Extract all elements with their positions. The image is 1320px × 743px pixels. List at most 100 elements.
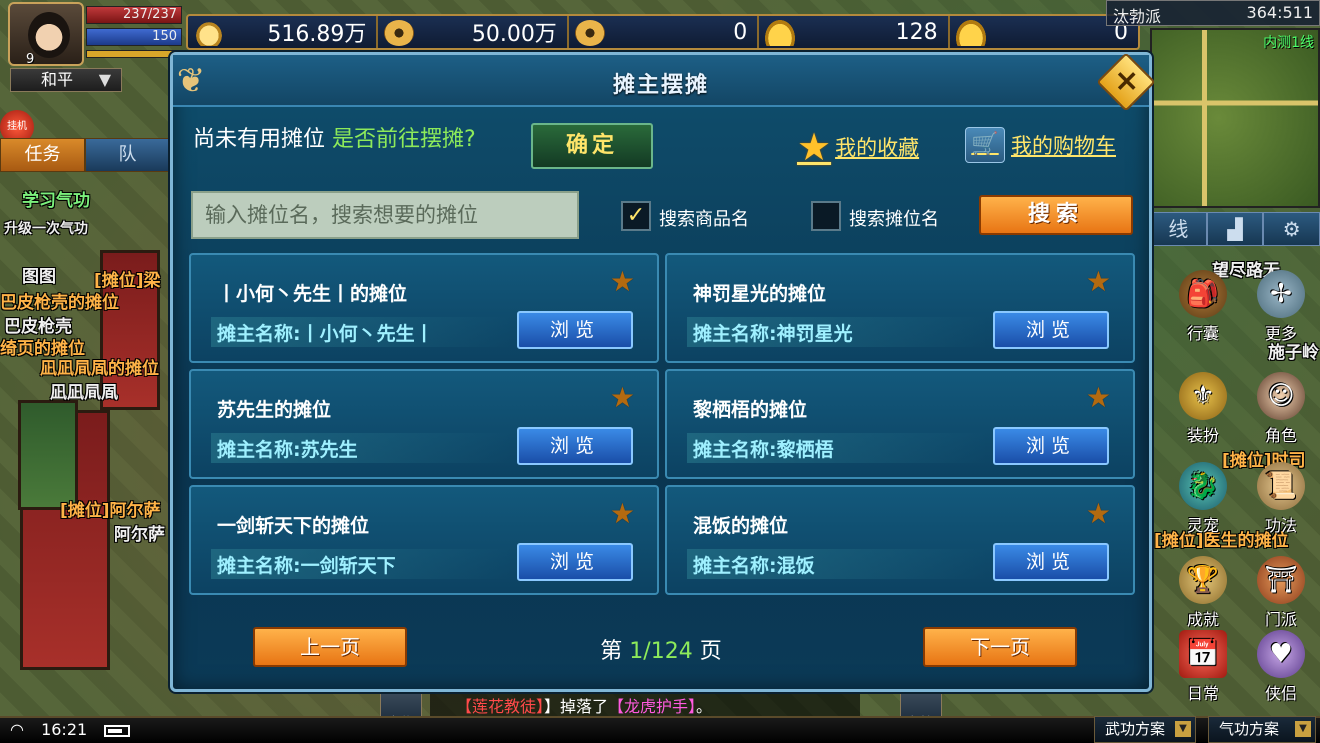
coordinates: 364:511 bbox=[1246, 3, 1313, 22]
battery-icon bbox=[104, 724, 131, 737]
clock: 16:21 bbox=[41, 720, 88, 739]
skill-button[interactable]: 📜 功法 bbox=[1250, 462, 1312, 536]
ranking-icon[interactable]: ▟ bbox=[1206, 212, 1264, 246]
close-button[interactable]: × bbox=[1096, 52, 1156, 112]
world-text: 阿尔萨 bbox=[114, 525, 165, 545]
more-label: 更多 bbox=[1264, 324, 1297, 343]
shopping-cart-icon: 🛒 bbox=[965, 127, 1005, 163]
currency-locked-copper: 0 bbox=[569, 16, 760, 48]
green-banner bbox=[18, 400, 78, 510]
stall-title: 丨小何丶先生丨的摊位 bbox=[217, 283, 408, 305]
stall-owner: 摊主名称:混饭 bbox=[693, 555, 815, 577]
more-button[interactable]: ✢ 更多 bbox=[1250, 270, 1312, 344]
world-text: 巴皮枪壳的摊位 bbox=[0, 293, 119, 313]
search-button[interactable]: 搜索 bbox=[979, 195, 1133, 235]
daily-button[interactable]: 📅 日常 bbox=[1172, 630, 1234, 704]
checkmark-icon: ✓ bbox=[626, 203, 646, 228]
browse-button[interactable]: 浏览 bbox=[993, 427, 1109, 465]
qigong-plan-label: 气功方案 bbox=[1219, 720, 1280, 738]
search-goods-checkbox[interactable]: ✓ bbox=[621, 201, 651, 231]
browse-button[interactable]: 浏览 bbox=[517, 427, 633, 465]
silver-coins-icon bbox=[194, 20, 224, 46]
stall-title: 黎栖梧的摊位 bbox=[693, 399, 808, 421]
map-name: 汰勃派 bbox=[1113, 7, 1162, 26]
favorite-star-icon[interactable]: ★ bbox=[610, 381, 635, 414]
sect-button[interactable]: ⛩ 门派 bbox=[1250, 556, 1312, 630]
stall-dialog: ❦ 摊主摆摊 × 尚未有用摊位 是否前往摆摊? 确定 ★ 我的收藏 🛒 我的购物… bbox=[170, 52, 1156, 692]
avatar-portrait bbox=[28, 12, 70, 58]
msg-item[interactable]: 【龙虎护手】 bbox=[608, 697, 696, 716]
hp-bar: 237/237 bbox=[86, 6, 182, 24]
confirm-button[interactable]: 确定 bbox=[531, 123, 653, 169]
partner-button[interactable]: ♥ 侠侣 bbox=[1250, 630, 1312, 704]
chevron-down-icon: ▼ bbox=[98, 70, 111, 89]
stall-card[interactable]: 神罚星光的摊位 ★ 摊主名称:神罚星光 浏览 bbox=[665, 253, 1135, 363]
stall-title: 苏先生的摊位 bbox=[217, 399, 332, 421]
tab-line[interactable]: 线 bbox=[1150, 212, 1207, 246]
stall-search-input[interactable]: 输入摊位名，搜索想要的摊位 bbox=[191, 191, 579, 239]
page-prefix: 第 bbox=[600, 639, 623, 664]
favorite-star-icon[interactable]: ★ bbox=[610, 497, 635, 530]
trophy-icon: 🏆 bbox=[1179, 556, 1227, 604]
stall-title: 一剑斩天下的摊位 bbox=[217, 515, 370, 537]
world-text: 凪凪凬凮的摊位 bbox=[40, 359, 159, 379]
dialog-header: ❦ 摊主摆摊 × bbox=[173, 52, 1156, 112]
stall-owner: 摊主名称:神罚星光 bbox=[693, 323, 853, 345]
pet-label: 灵宠 bbox=[1186, 516, 1219, 535]
browse-button[interactable]: 浏览 bbox=[517, 311, 633, 349]
player-avatar[interactable]: 9 bbox=[8, 2, 84, 67]
page-suffix: 页 bbox=[699, 639, 722, 664]
favorites-label: 我的收藏 bbox=[835, 136, 920, 160]
stall-card[interactable]: 混饭的摊位 ★ 摊主名称:混饭 浏览 bbox=[665, 485, 1135, 595]
go-stall-question: 是否前往摆摊? bbox=[332, 127, 476, 152]
my-favorites-link[interactable]: ★ 我的收藏 bbox=[797, 125, 920, 169]
skill-label: 功法 bbox=[1264, 516, 1297, 535]
role-button[interactable]: ☺ 角色 bbox=[1250, 372, 1312, 446]
stall-owner: 摊主名称:黎栖梧 bbox=[693, 439, 834, 461]
pk-mode-dropdown[interactable]: 和平 ▼ bbox=[10, 68, 122, 92]
pet-button[interactable]: 🐉 灵宠 bbox=[1172, 462, 1234, 536]
currency-value: 128 bbox=[895, 19, 938, 45]
tab-team[interactable]: 队 bbox=[85, 138, 170, 172]
favorite-star-icon[interactable]: ★ bbox=[1086, 497, 1111, 530]
minimap[interactable]: 内测1线 bbox=[1150, 28, 1320, 208]
browse-button[interactable]: 浏览 bbox=[993, 311, 1109, 349]
bag-button[interactable]: 🎒 行囊 bbox=[1172, 270, 1234, 344]
star-icon: ★ bbox=[797, 125, 832, 169]
search-stall-checkbox[interactable] bbox=[811, 201, 841, 231]
kungfu-plan-dropdown[interactable]: 武功方案 ▼ bbox=[1094, 716, 1196, 743]
achievement-label: 成就 bbox=[1186, 610, 1219, 629]
chevron-down-icon: ▼ bbox=[1175, 721, 1191, 737]
locked-copper-coin-icon bbox=[574, 20, 605, 46]
qigong-plan-dropdown[interactable]: 气功方案 ▼ bbox=[1208, 716, 1316, 743]
server-line[interactable]: 内测1线 bbox=[1263, 32, 1314, 52]
copper-coin-icon bbox=[384, 20, 415, 46]
achievement-button[interactable]: 🏆 成就 bbox=[1172, 556, 1234, 630]
tab-quest[interactable]: 任务 bbox=[0, 138, 85, 172]
dress-label: 装扮 bbox=[1186, 426, 1219, 445]
stall-card[interactable]: 一剑斩天下的摊位 ★ 摊主名称:一剑斩天下 浏览 bbox=[189, 485, 659, 595]
browse-button[interactable]: 浏览 bbox=[993, 543, 1109, 581]
world-text: 升级一次气功 bbox=[4, 221, 88, 237]
stall-card[interactable]: 苏先生的摊位 ★ 摊主名称:苏先生 浏览 bbox=[189, 369, 659, 479]
browse-button[interactable]: 浏览 bbox=[517, 543, 633, 581]
no-stall-label: 尚未有用摊位 bbox=[193, 127, 326, 152]
stall-card[interactable]: 黎栖梧的摊位 ★ 摊主名称:黎栖梧 浏览 bbox=[665, 369, 1135, 479]
locked-gold-ingot-icon bbox=[955, 20, 986, 46]
temple-icon: ⛩ bbox=[1257, 556, 1305, 604]
world-text: 图图 bbox=[22, 267, 56, 287]
favorite-star-icon[interactable]: ★ bbox=[1086, 381, 1111, 414]
quest-tabs: 任务 队 bbox=[0, 138, 170, 172]
currency-bar: 516.89万 50.00万 0 128 0 bbox=[186, 14, 1140, 50]
stall-card[interactable]: 丨小何丶先生丨的摊位 ★ 摊主名称:丨小何丶先生丨 浏览 bbox=[189, 253, 659, 363]
my-cart-link[interactable]: 🛒 我的购物车 bbox=[965, 125, 1116, 165]
dialog-title: 摊主摆摊 bbox=[612, 73, 709, 98]
favorite-star-icon[interactable]: ★ bbox=[1086, 265, 1111, 298]
bag-label: 行囊 bbox=[1186, 324, 1219, 343]
next-page-button[interactable]: 下一页 bbox=[923, 627, 1077, 667]
favorite-star-icon[interactable]: ★ bbox=[610, 265, 635, 298]
no-stall-notice: 尚未有用摊位 是否前往摆摊? bbox=[193, 121, 476, 153]
gear-icon[interactable]: ⚙ bbox=[1263, 212, 1320, 246]
dress-button[interactable]: ⚜ 装扮 bbox=[1172, 372, 1234, 446]
close-icon: × bbox=[1114, 63, 1140, 99]
